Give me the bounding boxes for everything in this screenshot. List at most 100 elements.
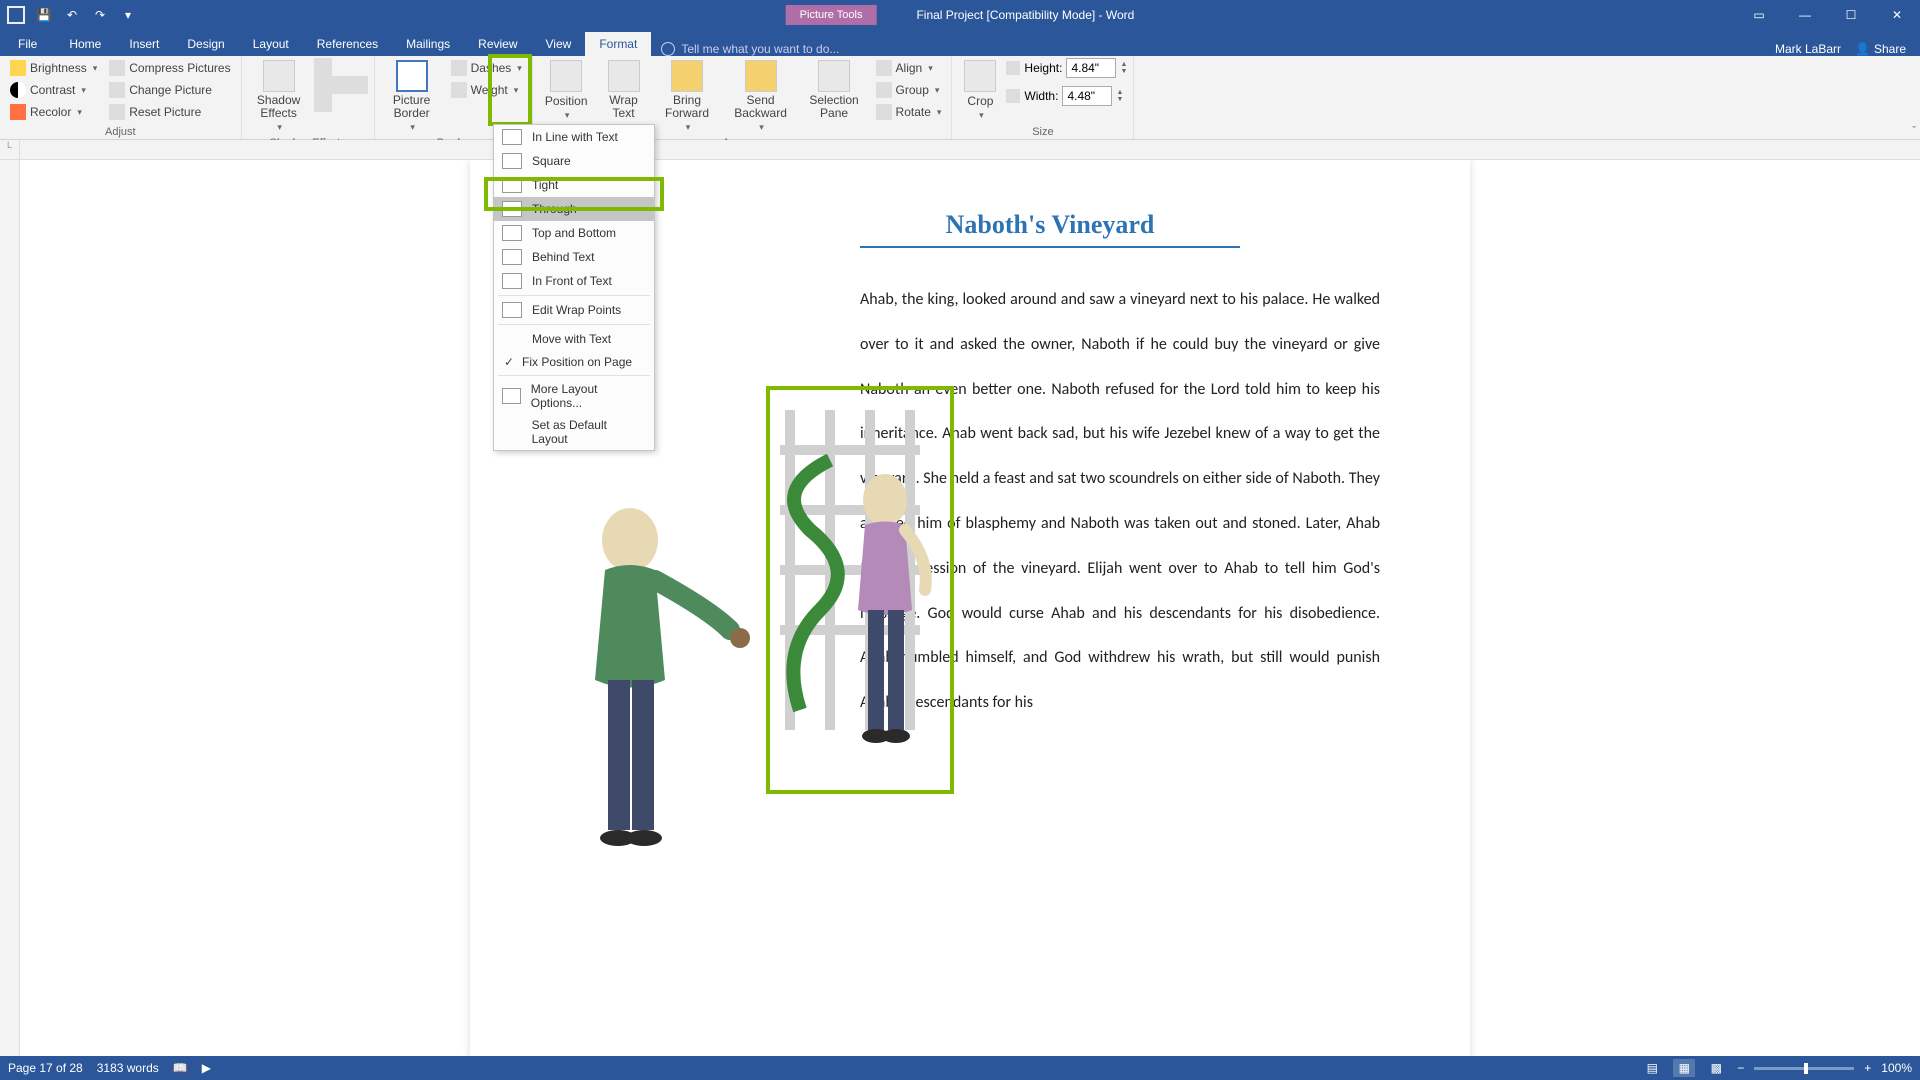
tab-home[interactable]: Home (55, 32, 115, 56)
wrap-option-infront[interactable]: In Front of Text (494, 269, 654, 293)
minimize-icon[interactable]: — (1782, 0, 1828, 30)
ribbon-group-label: Size (958, 124, 1127, 139)
contrast-button[interactable]: Contrast (6, 80, 101, 100)
tab-review[interactable]: Review (464, 32, 531, 56)
inline-icon (502, 129, 522, 145)
height-input-group: Height: ▲▼ (1006, 58, 1127, 78)
width-input[interactable] (1062, 86, 1112, 106)
wrap-option-behind[interactable]: Behind Text (494, 245, 654, 269)
tab-insert[interactable]: Insert (115, 32, 173, 56)
vertical-ruler[interactable] (0, 160, 20, 1056)
tab-references[interactable]: References (303, 32, 392, 56)
shadow-toggle-icon[interactable] (332, 76, 350, 94)
spin-down-icon[interactable]: ▼ (1120, 68, 1127, 75)
shadow-nudge-down-icon[interactable] (314, 94, 332, 112)
bring-forward-button[interactable]: Bring Forward (654, 58, 721, 135)
compress-pictures-button[interactable]: Compress Pictures (105, 58, 234, 78)
recolor-button[interactable]: Recolor (6, 102, 101, 122)
tab-format[interactable]: Format (585, 32, 651, 56)
tab-mailings[interactable]: Mailings (392, 32, 464, 56)
tell-me-search[interactable]: Tell me what you want to do... (651, 42, 849, 56)
shadow-nudge-left-icon[interactable] (314, 76, 332, 94)
border-icon (396, 60, 428, 92)
tab-design[interactable]: Design (173, 32, 238, 56)
statusbar: Page 17 of 28 3183 words 📖 ▶ ▤ ▦ ▩ − + 1… (0, 1056, 1920, 1080)
align-button[interactable]: Align (872, 58, 946, 78)
selection-pane-button[interactable]: Selection Pane (801, 58, 868, 122)
infront-icon (502, 273, 522, 289)
wrap-option-tight[interactable]: Tight (494, 173, 654, 197)
view-read-mode-icon[interactable]: ▤ (1641, 1059, 1663, 1077)
inserted-picture-selected[interactable] (770, 390, 950, 790)
tab-file[interactable]: File (0, 32, 55, 56)
picture-border-button[interactable]: Picture Border (381, 58, 443, 135)
ruler-corner: L (0, 140, 20, 160)
behind-icon (502, 249, 522, 265)
brightness-button[interactable]: Brightness (6, 58, 101, 78)
spin-up-icon[interactable]: ▲ (1120, 61, 1127, 68)
shadow-effects-button[interactable]: Shadow Effects (248, 58, 310, 135)
close-icon[interactable]: ✕ (1874, 0, 1920, 30)
redo-icon[interactable]: ↷ (90, 5, 110, 25)
position-button[interactable]: Position (539, 58, 594, 123)
zoom-out-icon[interactable]: − (1737, 1061, 1744, 1075)
signed-in-user[interactable]: Mark LaBarr (1775, 42, 1841, 56)
document-scroll-area[interactable]: Naboth's Vineyard Ahab, the king, looked… (20, 160, 1920, 1056)
zoom-in-icon[interactable]: + (1864, 1061, 1871, 1075)
tab-view[interactable]: View (532, 32, 586, 56)
crop-button[interactable]: Crop (958, 58, 1002, 123)
status-page[interactable]: Page 17 of 28 (8, 1061, 83, 1075)
shadow-nudge-up-icon[interactable] (314, 58, 332, 76)
word-app-icon[interactable] (6, 5, 26, 25)
shadow-nudge-right-icon[interactable] (350, 76, 368, 94)
collapse-ribbon-icon[interactable]: ˇ (1912, 125, 1916, 137)
tab-layout[interactable]: Layout (239, 32, 303, 56)
horizontal-ruler[interactable] (20, 140, 1920, 160)
height-input[interactable] (1066, 58, 1116, 78)
undo-icon[interactable]: ↶ (62, 5, 82, 25)
group-button[interactable]: Group (872, 80, 946, 100)
height-icon (1006, 61, 1020, 75)
wrap-option-editpoints[interactable]: Edit Wrap Points (494, 298, 654, 322)
status-macro-icon[interactable]: ▶ (202, 1061, 211, 1075)
rotate-button[interactable]: Rotate (872, 102, 946, 122)
dashes-button[interactable]: Dashes (447, 58, 526, 78)
wrap-option-movewith[interactable]: Move with Text (494, 327, 654, 351)
weight-icon (451, 82, 467, 98)
zoom-level[interactable]: 100% (1881, 1061, 1912, 1075)
wrap-option-square[interactable]: Square (494, 149, 654, 173)
qat-customize-icon[interactable]: ▾ (118, 5, 138, 25)
status-words[interactable]: 3183 words (97, 1061, 159, 1075)
inserted-picture-left[interactable] (350, 460, 810, 880)
more-layout-icon (502, 388, 521, 404)
wrap-option-fixpos[interactable]: Fix Position on Page (494, 351, 654, 373)
document-heading[interactable]: Naboth's Vineyard (860, 210, 1240, 248)
align-icon (876, 60, 892, 76)
view-web-layout-icon[interactable]: ▩ (1705, 1059, 1727, 1077)
ribbon-group-label: Adjust (6, 124, 235, 139)
view-print-layout-icon[interactable]: ▦ (1673, 1059, 1695, 1077)
wrap-option-through[interactable]: Through (494, 197, 654, 221)
document-workspace: L Naboth's Vineyard Ahab, the king, look… (0, 140, 1920, 1056)
shadow-icon (263, 60, 295, 92)
wrap-option-setdefault[interactable]: Set as Default Layout (494, 414, 654, 450)
crop-icon (964, 60, 996, 92)
change-picture-button[interactable]: Change Picture (105, 80, 234, 100)
wrap-option-topbottom[interactable]: Top and Bottom (494, 221, 654, 245)
send-backward-button[interactable]: Send Backward (725, 58, 797, 135)
share-button[interactable]: 👤 Share (1855, 42, 1906, 56)
spin-down-icon[interactable]: ▼ (1116, 96, 1123, 103)
weight-button[interactable]: Weight (447, 80, 526, 100)
maximize-icon[interactable]: ☐ (1828, 0, 1874, 30)
ribbon-display-options-icon[interactable]: ▭ (1736, 0, 1782, 30)
save-icon[interactable]: 💾 (34, 5, 54, 25)
wrap-option-inline[interactable]: In Line with Text (494, 125, 654, 149)
rotate-icon (876, 104, 892, 120)
bring-forward-icon (671, 60, 703, 92)
spin-up-icon[interactable]: ▲ (1116, 89, 1123, 96)
reset-picture-button[interactable]: Reset Picture (105, 102, 234, 122)
wrap-option-more[interactable]: More Layout Options... (494, 378, 654, 414)
square-icon (502, 153, 522, 169)
status-proofing-icon[interactable]: 📖 (173, 1061, 188, 1075)
zoom-slider[interactable] (1754, 1067, 1854, 1070)
